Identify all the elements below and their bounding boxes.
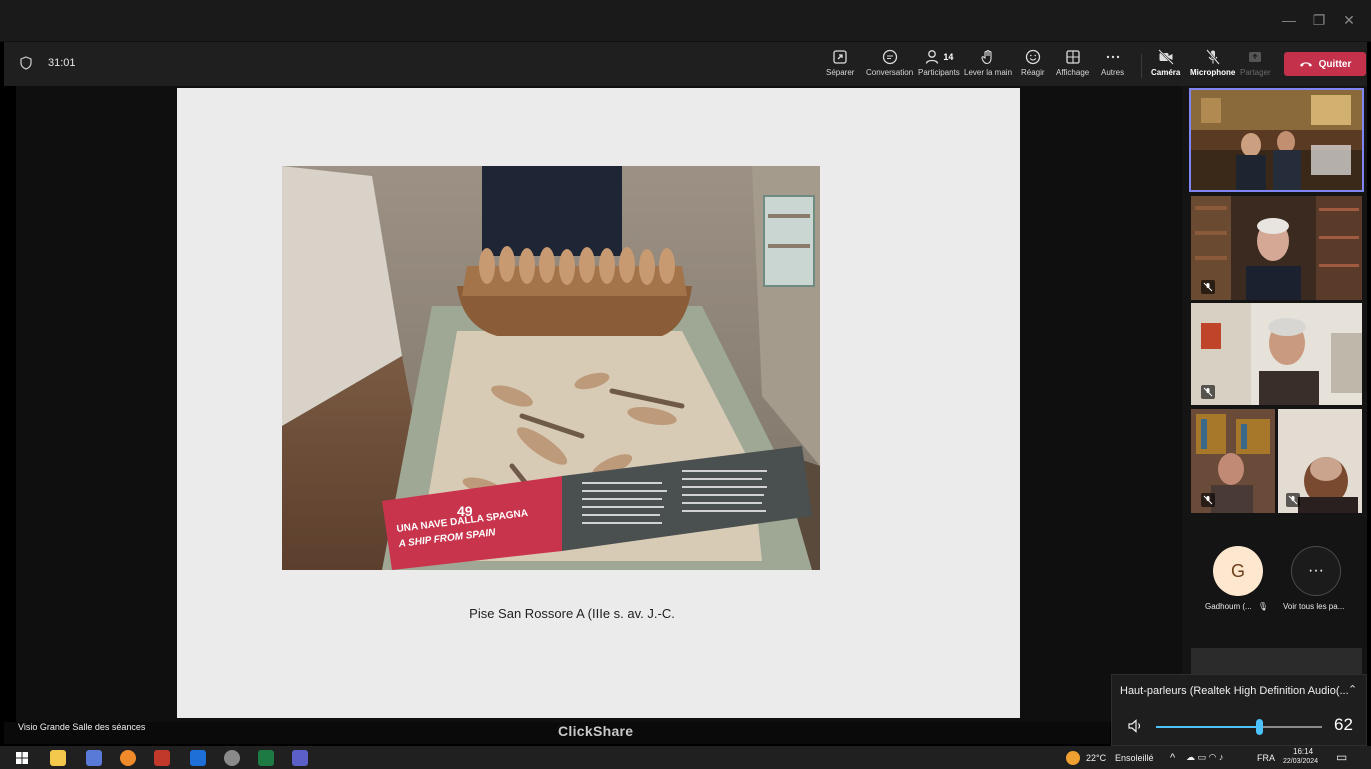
chat-icon [882,49,897,65]
language-indicator[interactable]: FRA [1257,753,1275,763]
microphone-label: Microphone [1190,68,1236,77]
meeting-timer: 31:01 [48,57,76,69]
view-all-participants-label: Voir tous les pa... [1283,602,1345,611]
firefox-icon[interactable] [120,750,136,766]
camera-button[interactable]: Caméra [1151,48,1180,82]
conversation-button[interactable]: Conversation [866,48,913,82]
file-explorer-icon[interactable] [50,750,66,766]
ellipsis-icon: ··· [1308,562,1324,579]
excel-icon[interactable] [258,750,274,766]
network-app-icon[interactable] [224,750,240,766]
weather-sun-icon[interactable] [1066,751,1080,765]
volume-slider-fill [1156,726,1259,728]
hang-up-icon [1299,62,1312,67]
leave-meeting-label: Quitter [1318,58,1352,70]
more-label: Autres [1101,68,1125,77]
video-tile-room[interactable] [1189,88,1364,192]
tray-icons[interactable]: ☁ ▭ ◠ ♪ [1186,752,1223,763]
volume-slider-thumb[interactable] [1255,719,1263,735]
participants-count: 14 [943,52,954,62]
participant-avatar[interactable]: G [1213,546,1263,596]
popout-icon [833,50,847,64]
raise-hand-label: Lever la main [964,68,1013,77]
participant-avatar-name: Gadhoum (... 🎙 [1205,602,1269,611]
video-tile-participant-4[interactable] [1191,409,1275,513]
camera-label: Caméra [1151,68,1181,77]
leave-meeting-button[interactable]: Quitter [1284,52,1366,76]
room-name: Visio Grande Salle des séances [18,722,146,732]
weather-temp[interactable]: 22°C [1086,753,1106,763]
teams-icon[interactable] [292,750,308,766]
clickshare-label: ClickShare [558,723,634,739]
toolbar-divider [1141,54,1142,78]
muted-mic-icon [1286,493,1300,507]
panel-placeholder [1191,648,1362,676]
microphone-off-icon [1205,49,1220,65]
presentation-slide: 49 UNA NAVE DALLA SPAGNA A SHIP FROM SPA… [177,88,1020,718]
muted-mic-icon [1201,493,1215,507]
camera-off-icon [1157,49,1174,65]
muted-mic-icon: 🎙 [1257,602,1269,611]
more-button[interactable]: Autres [1101,48,1124,82]
filezilla-icon[interactable] [154,750,170,766]
restore-icon[interactable]: ❐ [1304,8,1334,32]
room-info-bar [4,722,1110,744]
window-title-bar: — ❐ ✕ [0,0,1371,42]
raise-hand-button[interactable]: Lever la main [964,48,1012,82]
audio-device-name[interactable]: Haut-parleurs (Realtek High Definition A… [1120,685,1349,697]
volume-slider[interactable] [1156,719,1322,735]
slide-caption: Pise San Rossore A (IIIe s. av. J.-C. [469,606,675,621]
clock-date[interactable]: 22/03/2024 [1283,758,1318,765]
participant-3-video-feed [1191,303,1362,405]
outlook-icon[interactable] [190,750,206,766]
windows-start-icon[interactable] [14,750,30,766]
view-all-participants-button[interactable]: ··· [1291,546,1341,596]
participants-button[interactable]: 14 Participants [918,48,960,82]
view-label: Affichage [1056,68,1090,77]
chevron-up-icon[interactable]: ^ [1170,752,1175,764]
muted-mic-icon [1201,385,1215,399]
separate-label: Séparer [826,68,855,77]
conversation-label: Conversation [866,68,914,77]
separate-button[interactable]: Séparer [826,48,854,82]
volume-value: 62 [1334,715,1353,734]
video-tile-participant-5[interactable] [1278,409,1362,513]
volume-flyout: Haut-parleurs (Realtek High Definition A… [1111,674,1367,746]
app-icon[interactable] [86,750,102,766]
share-tray-icon [1249,52,1262,62]
video-tile-participant-3[interactable] [1191,303,1362,405]
view-button[interactable]: Affichage [1056,48,1089,82]
room-video-feed [1191,90,1362,190]
close-icon[interactable]: ✕ [1334,8,1364,32]
share-button[interactable]: Partager [1240,48,1271,82]
notification-icon[interactable]: ▭ [1336,750,1347,764]
windows-taskbar: 22°C Ensoleillé ^ ☁ ▭ ◠ ♪ FRA 16:14 22/0… [0,746,1371,769]
people-icon [926,50,939,64]
speaker-icon[interactable] [1126,717,1144,735]
hand-icon [981,49,992,65]
microphone-button[interactable]: Microphone [1190,48,1235,82]
clock-time[interactable]: 16:14 [1293,747,1313,756]
shield-icon [20,56,32,70]
museum-ship-photo: 49 UNA NAVE DALLA SPAGNA A SHIP FROM SPA… [282,166,820,570]
participant-2-video-feed [1191,196,1362,300]
meeting-toolbar: 31:01 Séparer Conversation 14 Participan… [4,42,1367,86]
share-label: Partager [1240,68,1271,77]
muted-mic-icon [1201,280,1215,294]
minimize-icon[interactable]: — [1274,8,1304,32]
participants-label: Participants [918,68,960,77]
smiley-icon [1025,49,1040,65]
react-label: Réagir [1021,68,1045,77]
ellipsis-icon [1106,55,1119,59]
exhibit-photo: 49 UNA NAVE DALLA SPAGNA A SHIP FROM SPA… [282,166,820,570]
weather-desc[interactable]: Ensoleillé [1115,753,1154,763]
video-tile-participant-2[interactable] [1191,196,1362,300]
grid-icon [1065,50,1080,64]
react-button[interactable]: Réagir [1021,48,1045,82]
chevron-up-icon[interactable]: ⌃ [1348,683,1357,696]
